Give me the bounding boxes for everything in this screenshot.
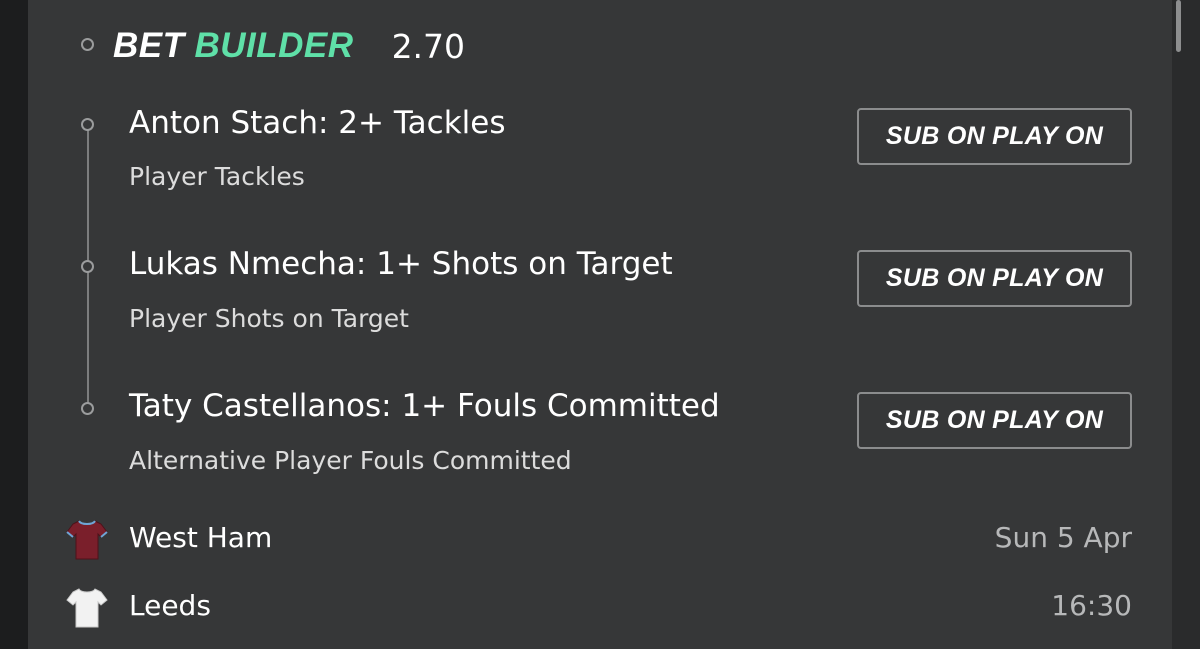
sub-on-play-on-button[interactable]: SUB ON PLAY ON	[857, 108, 1132, 165]
selection-timeline-dot	[81, 260, 94, 273]
brand-bet-label: BET	[113, 26, 185, 65]
selection-title: Anton Stach: 2+ Tackles	[129, 105, 506, 141]
white-shirt-icon	[66, 588, 108, 628]
header-timeline-dot	[81, 38, 94, 51]
selection-timeline-dot	[81, 402, 94, 415]
kickoff-time: 16:30	[1051, 589, 1132, 622]
bet-builder-header: BET BUILDER 2.70	[113, 24, 465, 68]
selection-timeline-dot	[81, 118, 94, 131]
scroll-thumb[interactable]	[1176, 0, 1181, 52]
away-team-name: Leeds	[129, 589, 211, 622]
brand-builder-label: BUILDER	[194, 26, 354, 65]
selection-market: Alternative Player Fouls Committed	[129, 446, 572, 475]
home-team-name: West Ham	[129, 521, 273, 554]
selection-market: Player Tackles	[129, 162, 305, 191]
sub-on-play-on-button[interactable]: SUB ON PLAY ON	[857, 392, 1132, 449]
match-date: Sun 5 Apr	[994, 521, 1132, 554]
sub-on-play-on-button[interactable]: SUB ON PLAY ON	[857, 250, 1132, 307]
selection-title: Taty Castellanos: 1+ Fouls Committed	[129, 388, 720, 424]
scrollbar[interactable]	[1172, 0, 1200, 649]
home-team-row: West Ham Sun 5 Apr	[65, 514, 1132, 564]
selection-market: Player Shots on Target	[129, 304, 409, 333]
claret-shirt-icon	[66, 520, 108, 560]
combined-odds: 2.70	[391, 26, 466, 66]
selection-title: Lukas Nmecha: 1+ Shots on Target	[129, 246, 673, 282]
away-team-row: Leeds 16:30	[65, 582, 1132, 632]
